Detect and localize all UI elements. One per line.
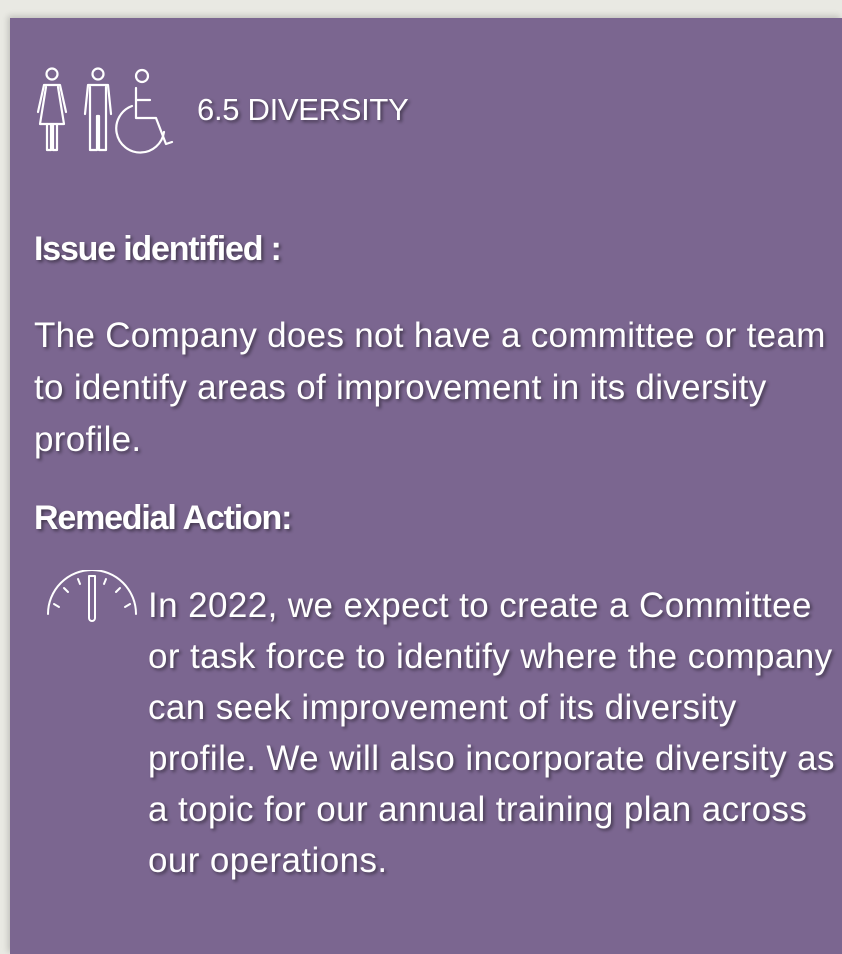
- issue-text: The Company does not have a committee or…: [34, 316, 826, 459]
- people-diversity-icon: [36, 67, 174, 154]
- action-heading: Remedial Action:: [34, 499, 292, 537]
- issue-heading: Issue identified :: [34, 230, 282, 268]
- gauge-icon: [47, 570, 137, 622]
- section-title: 6.5 DIVERSITY: [197, 92, 409, 127]
- action-text: In 2022, we expect to create a Committee…: [148, 586, 835, 880]
- diversity-card: 6.5 DIVERSITY Issue identified : The Com…: [10, 18, 842, 954]
